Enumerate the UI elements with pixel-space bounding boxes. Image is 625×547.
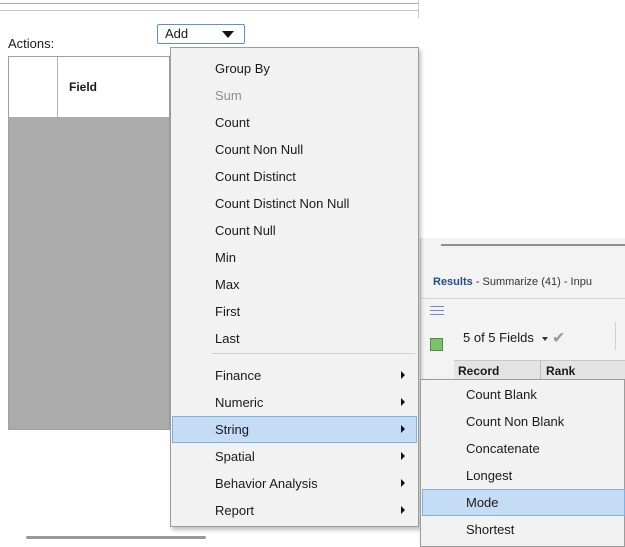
menu-item-group-by[interactable]: Group By — [172, 55, 417, 82]
submenu-item-count-non-blank[interactable]: Count Non Blank — [422, 408, 625, 435]
horizontal-scrollbar[interactable] — [26, 536, 206, 539]
menu-item-sum: Sum — [215, 88, 242, 103]
fields-count-dropdown[interactable]: 5 of 5 Fields — [463, 330, 534, 345]
results-column-header: Record Rank — [454, 360, 625, 379]
submenu-item-concatenate[interactable]: Concatenate — [422, 435, 625, 462]
column-header-record[interactable]: Record — [458, 364, 499, 378]
add-dropdown-label: Add — [165, 26, 189, 41]
chevron-right-icon — [401, 452, 405, 460]
chevron-right-icon — [401, 425, 405, 433]
menu-item-numeric[interactable]: Numeric — [172, 389, 417, 416]
results-title: Results - Summarize (41) - Inpu — [433, 276, 592, 288]
actions-label: Actions: — [8, 36, 55, 51]
chevron-right-icon — [401, 398, 405, 406]
submenu-item-mode[interactable]: Mode — [422, 489, 625, 516]
menu-item-string[interactable]: String — [172, 416, 417, 443]
results-divider — [441, 244, 625, 246]
chevron-down-icon — [222, 31, 234, 38]
menu-item-first[interactable]: First — [172, 298, 417, 325]
menu-item-count-distinct-non-null[interactable]: Count Distinct Non Null — [172, 190, 417, 217]
chevron-right-icon — [401, 371, 405, 379]
panel-separator — [418, 0, 419, 18]
submenu-item-shortest[interactable]: Shortest — [422, 516, 625, 543]
menu-item-behavior-analysis[interactable]: Behavior Analysis — [172, 470, 417, 497]
menu-separator — [211, 353, 415, 354]
grid-row-header-cell — [9, 57, 58, 117]
top-divider — [0, 3, 418, 11]
menu-item-count-distinct[interactable]: Count Distinct — [172, 163, 417, 190]
menu-item-spatial[interactable]: Spatial — [172, 443, 417, 470]
list-icon[interactable] — [430, 306, 444, 318]
add-action-menu: Group By Sum Count Count Non Null Count … — [170, 47, 419, 527]
string-submenu: Count Blank Count Non Blank Concatenate … — [420, 379, 625, 547]
submenu-item-longest[interactable]: Longest — [422, 462, 625, 489]
menu-item-min[interactable]: Min — [172, 244, 417, 271]
menu-item-max[interactable]: Max — [172, 271, 417, 298]
menu-item-count-non-null[interactable]: Count Non Null — [172, 136, 417, 163]
checkmark-icon[interactable]: ✔ — [552, 328, 565, 348]
grid-body — [9, 117, 169, 429]
menu-item-count-null[interactable]: Count Null — [172, 217, 417, 244]
grid-field-header[interactable]: Field — [69, 80, 97, 94]
green-square-icon[interactable] — [430, 338, 443, 351]
submenu-item-count-blank[interactable]: Count Blank — [422, 381, 625, 408]
chevron-down-icon[interactable] — [542, 337, 548, 341]
menu-item-report[interactable]: Report — [172, 497, 417, 524]
add-action-dropdown[interactable]: Add — [157, 24, 245, 44]
column-header-rank[interactable]: Rank — [546, 364, 575, 378]
chevron-right-icon — [401, 479, 405, 487]
actions-grid[interactable]: Field — [8, 56, 170, 430]
menu-item-count[interactable]: Count — [172, 109, 417, 136]
menu-item-last[interactable]: Last — [172, 325, 417, 352]
chevron-right-icon — [401, 506, 405, 514]
grid-header: Field — [9, 57, 169, 118]
menu-item-finance[interactable]: Finance — [172, 362, 417, 389]
